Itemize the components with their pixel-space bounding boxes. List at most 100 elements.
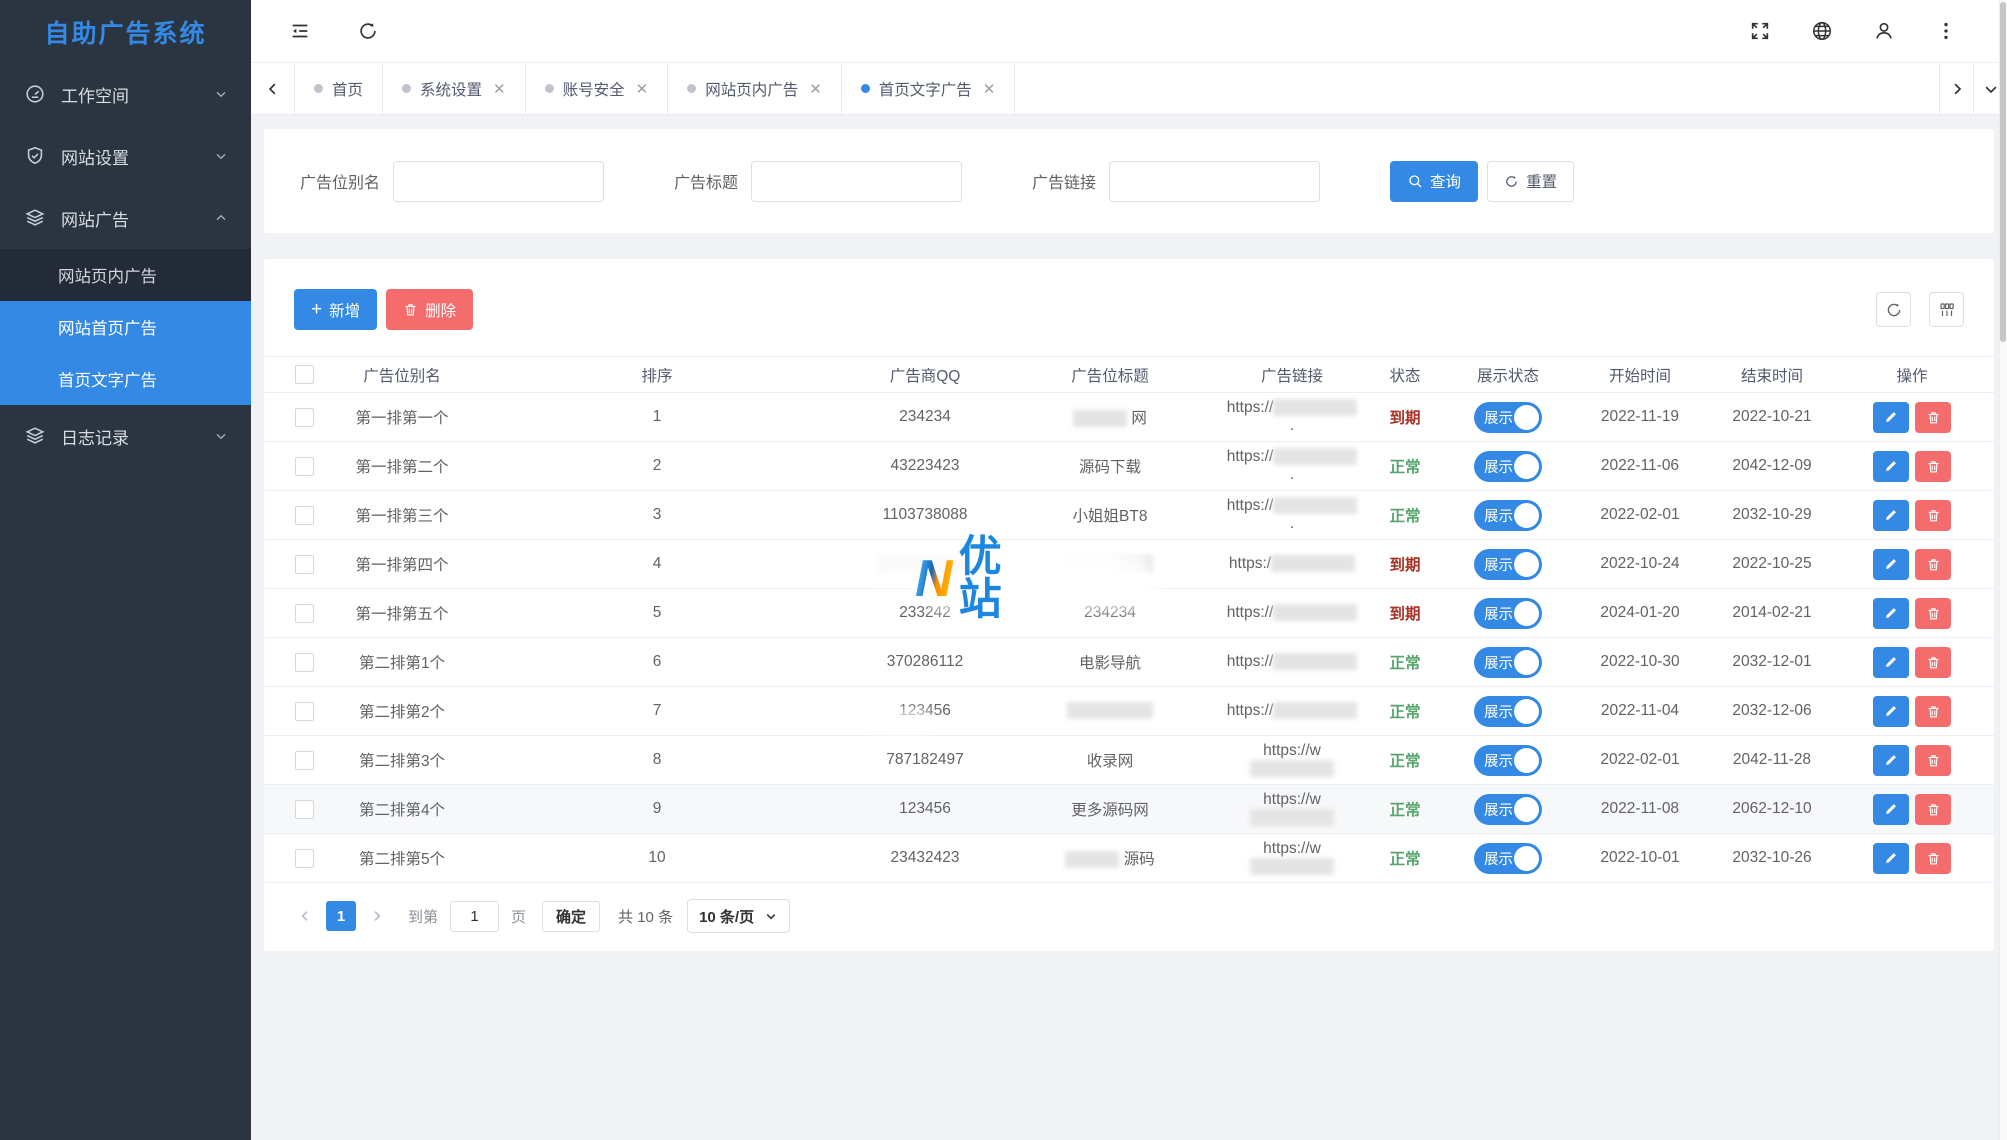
- sidebar-subitem[interactable]: 网站页内广告: [0, 249, 251, 301]
- display-toggle[interactable]: 展示: [1474, 548, 1542, 580]
- tab-账号安全[interactable]: 账号安全 ✕: [526, 63, 669, 114]
- delete-button[interactable]: [1915, 401, 1951, 433]
- add-button[interactable]: + 新增: [294, 289, 378, 330]
- row-checkbox[interactable]: [294, 603, 314, 623]
- tab-首页文字广告[interactable]: 首页文字广告 ✕: [842, 63, 1016, 114]
- top-navbar: [251, 0, 2007, 63]
- cell-status: 正常: [1360, 686, 1450, 736]
- select-all-checkbox[interactable]: [294, 365, 314, 384]
- bulk-delete-button[interactable]: 删除: [386, 289, 474, 330]
- tab-close-icon[interactable]: ✕: [809, 80, 822, 98]
- row-checkbox[interactable]: [294, 848, 314, 868]
- row-checkbox[interactable]: [294, 750, 314, 770]
- more-kebab-icon[interactable]: [1935, 20, 1957, 42]
- row-checkbox[interactable]: [294, 701, 314, 721]
- sidebar-item[interactable]: 日志记录: [0, 405, 251, 467]
- refresh-page-icon[interactable]: [357, 20, 379, 42]
- display-toggle[interactable]: 展示: [1474, 793, 1542, 825]
- delete-button[interactable]: [1915, 548, 1951, 580]
- display-toggle[interactable]: 展示: [1474, 401, 1542, 433]
- tab-close-icon[interactable]: ✕: [493, 80, 506, 98]
- cell-status: 到期: [1360, 392, 1450, 442]
- tab-首页[interactable]: 首页: [295, 63, 384, 114]
- delete-button[interactable]: [1915, 842, 1951, 874]
- row-checkbox[interactable]: [294, 554, 314, 574]
- plus-icon: +: [311, 299, 323, 320]
- cell-title: 源码下载: [996, 441, 1224, 491]
- next-page-icon[interactable]: [366, 908, 388, 924]
- row-checkbox[interactable]: [294, 505, 314, 525]
- reset-button[interactable]: 重置: [1487, 160, 1575, 202]
- tabs-scroll-left-button[interactable]: [251, 63, 295, 114]
- collapse-sidebar-icon[interactable]: [289, 20, 311, 42]
- search-field-input[interactable]: [1109, 160, 1321, 202]
- delete-button[interactable]: [1915, 744, 1951, 776]
- edit-button[interactable]: [1873, 793, 1909, 825]
- sidebar-item[interactable]: 网站广告: [0, 187, 251, 249]
- edit-button[interactable]: [1873, 646, 1909, 678]
- tab-网站页内广告[interactable]: 网站页内广告 ✕: [668, 63, 842, 114]
- display-toggle[interactable]: 展示: [1474, 646, 1542, 678]
- tabs-scroll-right-button[interactable]: [1939, 63, 1973, 114]
- cell-start-date: 2022-10-01: [1566, 833, 1714, 883]
- delete-button[interactable]: [1915, 793, 1951, 825]
- prev-page-icon[interactable]: [294, 908, 316, 924]
- row-checkbox[interactable]: [294, 456, 314, 476]
- column-header: 操作: [1830, 356, 1994, 393]
- display-toggle[interactable]: 展示: [1474, 499, 1542, 531]
- cell-alias: 第一排第一个: [344, 392, 460, 442]
- goto-confirm-button[interactable]: 确定: [542, 900, 601, 932]
- row-checkbox[interactable]: [294, 652, 314, 672]
- delete-button[interactable]: [1915, 597, 1951, 629]
- language-globe-icon[interactable]: [1811, 20, 1833, 42]
- column-settings-icon[interactable]: [1929, 292, 1964, 327]
- page-number-button[interactable]: 1: [326, 901, 356, 931]
- edit-button[interactable]: [1873, 401, 1909, 433]
- table-row: 第二排第3个 8 787182497 收录网 https://w 正常 展示 2022-02-…: [264, 735, 1994, 785]
- display-toggle[interactable]: 展示: [1474, 695, 1542, 727]
- edit-button[interactable]: [1873, 548, 1909, 580]
- display-toggle[interactable]: 展示: [1474, 744, 1542, 776]
- search-field-input[interactable]: [751, 160, 963, 202]
- sidebar-item[interactable]: 工作空间: [0, 63, 251, 125]
- cell-end-date: 2022-10-25: [1714, 539, 1830, 589]
- display-toggle[interactable]: 展示: [1474, 450, 1542, 482]
- refresh-table-icon[interactable]: [1876, 292, 1911, 327]
- cell-alias: 第二排第1个: [344, 637, 460, 687]
- edit-button[interactable]: [1873, 695, 1909, 727]
- column-header: 广告位别名: [344, 356, 460, 393]
- row-checkbox[interactable]: [294, 799, 314, 819]
- fullscreen-icon[interactable]: [1749, 20, 1771, 42]
- sidebar-subitem[interactable]: 首页文字广告: [0, 353, 251, 405]
- delete-button[interactable]: [1915, 450, 1951, 482]
- goto-page-input[interactable]: [450, 900, 500, 932]
- delete-button[interactable]: [1915, 695, 1951, 727]
- scrollbar-thumb[interactable]: [2000, 2, 2006, 342]
- table-panel: + 新增 删除 广告位别名 排序 广告商QQ 广告位标题 广告链接 状态 展示状…: [264, 259, 1994, 951]
- row-checkbox[interactable]: [294, 407, 314, 427]
- edit-button[interactable]: [1873, 499, 1909, 531]
- toggle-knob: [1514, 796, 1539, 822]
- delete-button[interactable]: [1915, 646, 1951, 678]
- tab-系统设置[interactable]: 系统设置 ✕: [383, 63, 526, 114]
- tab-label: 首页文字广告: [878, 81, 972, 99]
- tab-close-icon[interactable]: ✕: [636, 80, 649, 98]
- cell-alias: 第一排第四个: [344, 539, 460, 589]
- edit-button[interactable]: [1873, 597, 1909, 629]
- display-toggle[interactable]: 展示: [1474, 597, 1542, 629]
- edit-button[interactable]: [1873, 842, 1909, 874]
- display-toggle[interactable]: 展示: [1474, 842, 1542, 874]
- reset-button-label: 重置: [1526, 174, 1558, 191]
- search-field-input[interactable]: [393, 160, 605, 202]
- delete-button[interactable]: [1915, 499, 1951, 531]
- tab-close-icon[interactable]: ✕: [983, 80, 996, 98]
- sidebar-nav: 工作空间 网站设置 网站广告 网站页内广告 网站首页广告 首页文字广告 日志记录: [0, 63, 251, 467]
- edit-button[interactable]: [1873, 744, 1909, 776]
- window-scrollbar[interactable]: [1999, 0, 2007, 1140]
- page-size-select[interactable]: 10 条/页: [687, 899, 791, 933]
- sidebar-item[interactable]: 网站设置: [0, 125, 251, 187]
- edit-button[interactable]: [1873, 450, 1909, 482]
- user-icon[interactable]: [1873, 20, 1895, 42]
- sidebar-subitem[interactable]: 网站首页广告: [0, 301, 251, 353]
- query-button[interactable]: 查询: [1390, 160, 1479, 202]
